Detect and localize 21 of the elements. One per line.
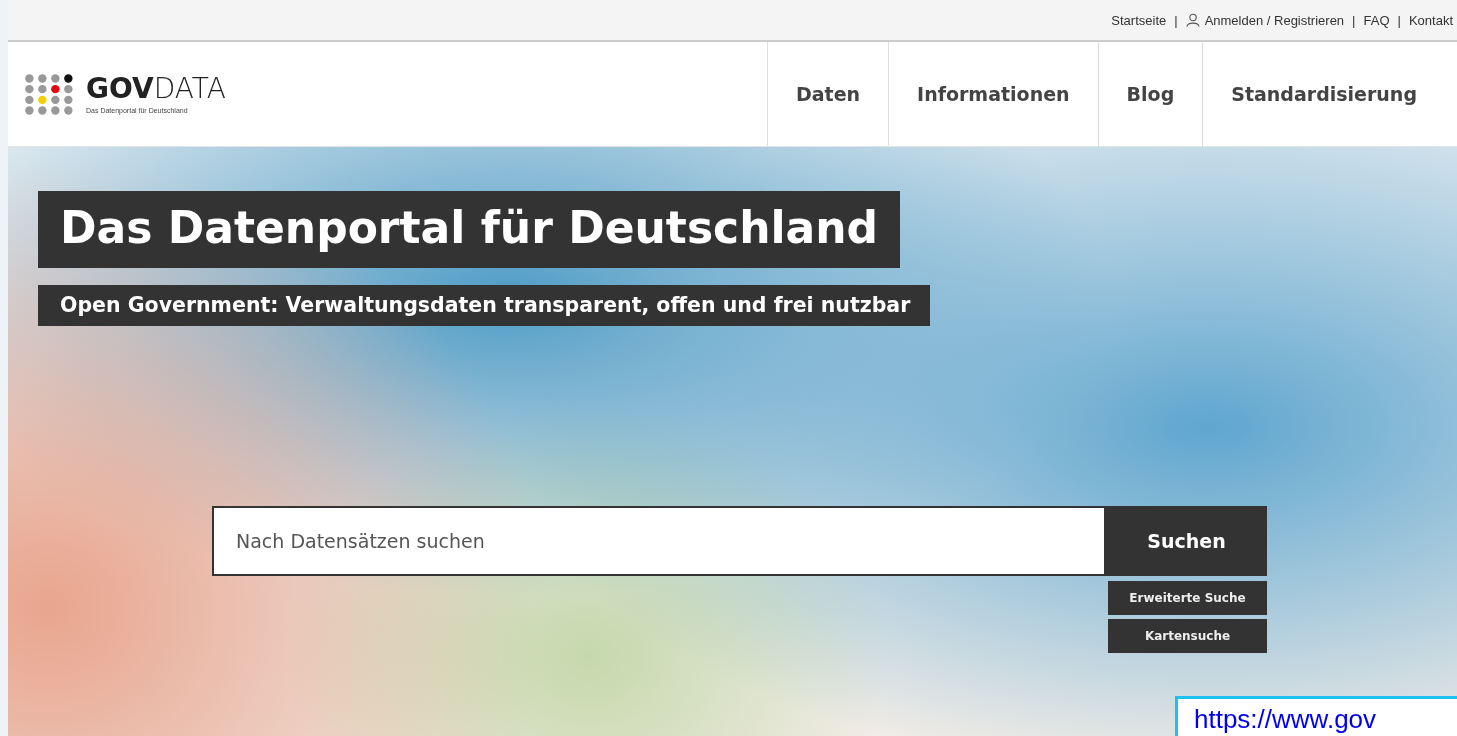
- top-link[interactable]: FAQ: [1363, 12, 1390, 28]
- top-link[interactable]: Kontakt: [1408, 12, 1453, 28]
- user-icon: [1185, 13, 1200, 27]
- logo-wordmark[interactable]: GOVDATA: [86, 74, 226, 103]
- search-option-button[interactable]: Erweiterte Suche: [1108, 581, 1267, 615]
- nav-item[interactable]: Informationen: [888, 42, 1098, 146]
- url-overlay: https://www.gov: [1175, 696, 1457, 736]
- separator: |: [1397, 12, 1401, 28]
- nav-item[interactable]: Standardisierung: [1202, 42, 1457, 146]
- logo-icon[interactable]: [24, 72, 76, 116]
- nav-item[interactable]: Blog: [1097, 42, 1203, 146]
- top-link[interactable]: Startseite: [1111, 12, 1167, 28]
- hero-subtitle: Open Government: Verwaltungsdaten transparent, offen und frei nutzbar: [38, 285, 931, 326]
- separator: |: [1174, 12, 1178, 28]
- separator: |: [1352, 12, 1356, 28]
- hero-title: Das Datenportal für Deutschland: [38, 191, 901, 268]
- search-option-button[interactable]: Kartensuche: [1108, 619, 1267, 653]
- search-button[interactable]: Suchen: [1106, 506, 1267, 576]
- login-link[interactable]: Anmelden / Registrieren: [1185, 12, 1345, 28]
- search-field[interactable]: Nach Datensätzen suchen: [212, 506, 1106, 576]
- nav-item[interactable]: Daten: [767, 42, 889, 146]
